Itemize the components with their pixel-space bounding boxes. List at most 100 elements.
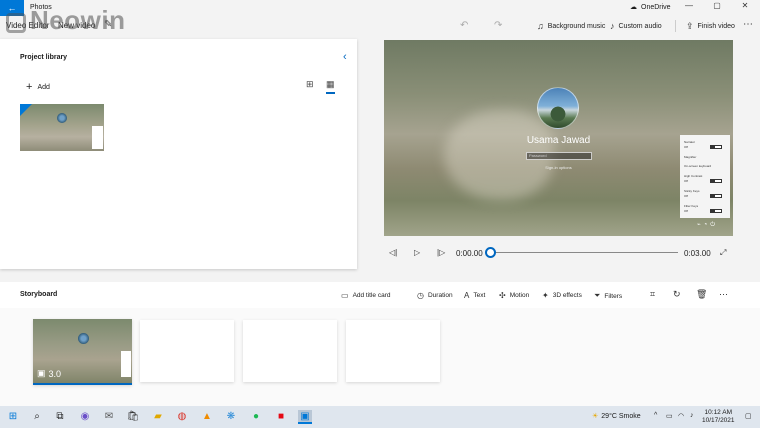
- storyboard-clip[interactable]: ▣ 3.0: [33, 319, 132, 385]
- seek-track[interactable]: [491, 252, 678, 253]
- selected-clip-indicator: [33, 383, 132, 385]
- start-windows-icon[interactable]: ⊞: [6, 410, 20, 424]
- store-icon[interactable]: 🛍: [126, 410, 140, 424]
- empty-clip-slot[interactable]: [243, 320, 337, 382]
- text-label: Text: [473, 292, 486, 299]
- more-options-icon[interactable]: ⋯: [719, 289, 728, 300]
- add-label: Add: [37, 83, 50, 91]
- maximize-button[interactable]: ▢: [710, 1, 724, 10]
- empty-clip-slot[interactable]: [140, 320, 234, 382]
- plus-icon: +: [26, 81, 33, 93]
- weather-widget[interactable]: ☀ 29°C Smoke: [592, 412, 641, 421]
- text-icon: A: [464, 291, 470, 300]
- accessibility-state: Off: [684, 145, 688, 149]
- selected-corner-marker: [20, 104, 32, 116]
- accessibility-label: High Contrast: [684, 174, 703, 178]
- chrome-icon[interactable]: ◍: [175, 410, 189, 424]
- add-title-card-label: Add title card: [352, 292, 391, 299]
- accessibility-label: Narrator: [684, 140, 696, 144]
- thumbnail-panel: [92, 126, 103, 149]
- delete-icon[interactable]: 🗑: [696, 289, 707, 300]
- photoshop-icon[interactable]: ❋: [224, 410, 238, 424]
- netflix-icon[interactable]: ■: [274, 410, 288, 424]
- clip-avatar: [78, 333, 89, 344]
- teams-icon[interactable]: ◉: [78, 410, 92, 424]
- storyboard-title: Storyboard: [20, 291, 58, 298]
- wifi-icon[interactable]: ◠: [678, 412, 684, 420]
- share-icon: ⇪: [686, 21, 694, 31]
- step-back-icon[interactable]: ◁|: [389, 248, 397, 257]
- close-button[interactable]: ✕: [738, 1, 752, 10]
- crop-icon[interactable]: ⌗: [650, 289, 655, 300]
- tray-chevron-icon[interactable]: ^: [654, 412, 657, 419]
- search-icon[interactable]: ⌕: [30, 410, 44, 424]
- motion-button[interactable]: ✣ Motion: [499, 291, 529, 300]
- audio-icon: ♪: [610, 21, 615, 31]
- onedrive-status[interactable]: ☁ OneDrive: [630, 3, 671, 12]
- notifications-icon[interactable]: ▢: [745, 412, 752, 420]
- finish-video-label: Finish video: [697, 23, 735, 30]
- toggle-switch: [710, 194, 722, 198]
- small-grid-view-icon[interactable]: ▦: [326, 79, 335, 94]
- clock-date: 10/17/2021: [702, 417, 735, 424]
- duration-button[interactable]: ◷ Duration: [417, 291, 453, 300]
- weather-label: 29°C Smoke: [601, 412, 641, 420]
- accessibility-state: Off: [684, 209, 688, 213]
- mail-icon[interactable]: ✉: [102, 410, 116, 424]
- video-preview[interactable]: Usama Jawad Password Sign-in options Nar…: [384, 40, 733, 236]
- collapse-chevron-icon[interactable]: ‹: [343, 51, 347, 63]
- storyboard-area: ▣ 3.0: [0, 308, 760, 406]
- clock-icon: ◷: [417, 291, 424, 300]
- background-music-label: Background music: [547, 22, 606, 30]
- neowin-logo-icon: [6, 13, 26, 33]
- cloud-icon: ☁: [630, 4, 637, 11]
- system-clock[interactable]: 10:12 AM 10/17/2021: [702, 409, 735, 425]
- accessibility-panel: Narrator Off Magnifier On-screen keyboar…: [680, 135, 730, 218]
- library-media-thumbnail[interactable]: [20, 104, 104, 151]
- large-grid-view-icon[interactable]: ⊞: [306, 79, 314, 90]
- vlc-icon[interactable]: ▲: [200, 410, 214, 424]
- project-library-title: Project library: [20, 54, 68, 61]
- step-forward-icon[interactable]: |▷: [437, 248, 445, 257]
- task-view-icon[interactable]: ⧉: [53, 410, 67, 424]
- volume-icon[interactable]: ♪: [690, 412, 694, 419]
- finish-video-button[interactable]: ⇪ Finish video: [686, 21, 735, 32]
- minimize-button[interactable]: —: [682, 1, 696, 10]
- accessibility-state: Off: [684, 179, 688, 183]
- undo-icon[interactable]: ↶: [460, 20, 468, 31]
- toggle-switch: [710, 145, 722, 149]
- empty-clip-slot[interactable]: [346, 320, 440, 382]
- seek-knob[interactable]: [485, 247, 496, 258]
- filters-label: Filters: [604, 292, 623, 300]
- filters-button[interactable]: ⏷ Filters: [594, 291, 622, 301]
- background-music-button[interactable]: ♫ Background music: [537, 21, 605, 31]
- password-field: Password: [526, 152, 592, 160]
- filter-icon: ⏷: [594, 291, 601, 300]
- login-power-icons: ⌁◔⏻: [697, 222, 718, 228]
- add-media-button[interactable]: + Add: [26, 81, 50, 93]
- 3d-effects-button[interactable]: ✦ 3D effects: [542, 291, 582, 300]
- clip-duration: ▣ 3.0: [37, 368, 61, 379]
- clip-duration-value: 3.0: [48, 368, 62, 379]
- music-note-icon: ♫: [537, 21, 544, 31]
- spotify-icon[interactable]: ●: [249, 410, 263, 424]
- rotate-icon[interactable]: ↻: [673, 289, 681, 300]
- more-options-icon[interactable]: ⋯: [743, 19, 753, 30]
- project-library-panel: Project library ‹ + Add ⊞ ▦: [0, 39, 357, 269]
- custom-audio-label: Custom audio: [618, 22, 662, 30]
- toggle-switch: [710, 179, 722, 183]
- taskbar: ⊞ ⌕ ⧉ ◉ ✉ 🛍 ▰ ◍ ▲ ❋ ● ■ ▣ ☀ 29°C Smoke ^…: [0, 406, 760, 428]
- play-icon[interactable]: ▷: [414, 248, 420, 257]
- photos-app-icon[interactable]: ▣: [298, 410, 312, 424]
- text-button[interactable]: A Text: [464, 291, 485, 300]
- custom-audio-button[interactable]: ♪ Custom audio: [610, 21, 662, 31]
- fullscreen-icon[interactable]: ⤢: [720, 248, 726, 258]
- duration-label: Duration: [427, 292, 453, 299]
- image-icon: ▣: [37, 368, 46, 378]
- redo-icon[interactable]: ↷: [494, 20, 502, 31]
- file-explorer-icon[interactable]: ▰: [151, 410, 165, 424]
- thumbnail-avatar: [57, 113, 67, 123]
- password-placeholder: Password: [529, 153, 547, 158]
- add-title-card-button[interactable]: ▭ Add title card: [341, 291, 391, 300]
- network-icon[interactable]: ▭: [666, 412, 673, 420]
